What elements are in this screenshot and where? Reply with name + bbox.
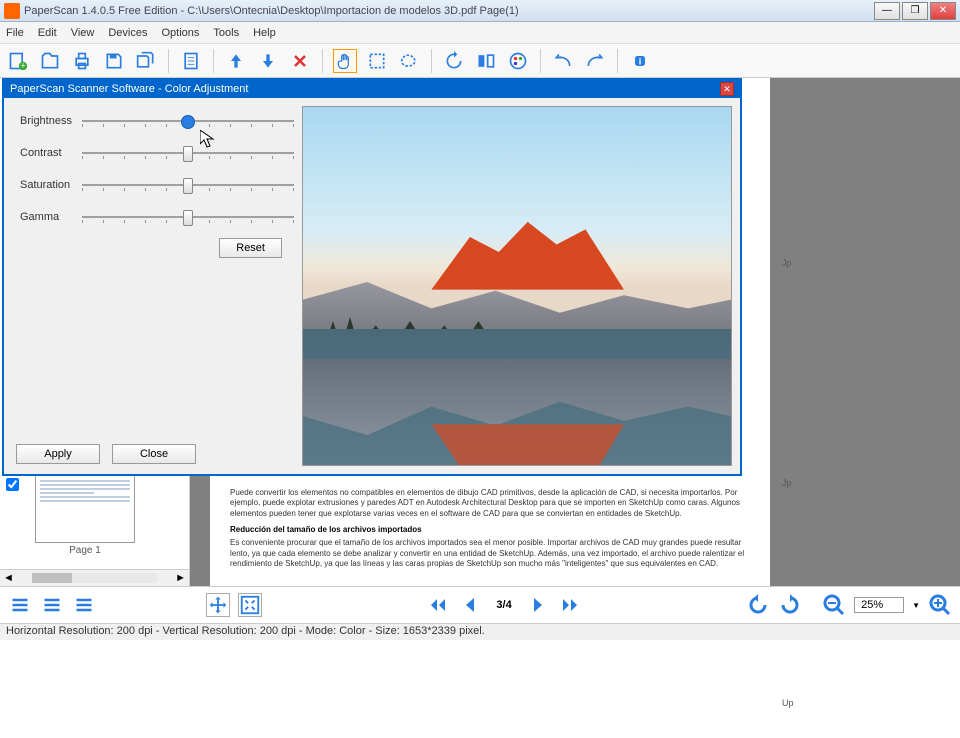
maximize-button[interactable]: ❐ [902, 2, 928, 20]
rotate-right-icon[interactable] [778, 593, 802, 617]
dialog-close-button[interactable]: ✕ [720, 82, 734, 96]
zoom-out-icon[interactable] [822, 593, 846, 617]
saturation-slider[interactable] [82, 176, 294, 194]
select-rect-icon[interactable] [365, 49, 389, 73]
saturation-handle[interactable] [183, 178, 193, 194]
document-icon[interactable] [179, 49, 203, 73]
fit-width-icon[interactable] [206, 593, 230, 617]
view-list3-icon[interactable] [72, 593, 96, 617]
prev-page-icon[interactable] [458, 593, 482, 617]
next-page-icon[interactable] [526, 593, 550, 617]
saturation-label: Saturation [20, 179, 82, 191]
view-list1-icon[interactable] [8, 593, 32, 617]
apply-button[interactable]: Apply [16, 444, 100, 464]
thumbnail-page [35, 473, 135, 543]
rotate-icon[interactable] [442, 49, 466, 73]
status-bar: Horizontal Resolution: 200 dpi - Vertica… [0, 623, 960, 640]
zoom-value[interactable]: 25% [854, 597, 904, 613]
delete-icon[interactable] [288, 49, 312, 73]
menu-devices[interactable]: Devices [108, 27, 147, 39]
color-adjustment-dialog: PaperScan Scanner Software - Color Adjus… [2, 78, 742, 476]
menu-edit[interactable]: Edit [38, 27, 57, 39]
doc-paragraph: Puede convertir los elementos no compati… [230, 488, 750, 519]
menu-options[interactable]: Options [161, 27, 199, 39]
svg-text:+: + [20, 60, 25, 70]
preview-image [302, 106, 732, 466]
minimize-button[interactable]: — [874, 2, 900, 20]
close-window-button[interactable]: ✕ [930, 2, 956, 20]
move-down-icon[interactable] [256, 49, 280, 73]
thumbnail-caption: Page 1 [30, 545, 140, 556]
info-icon[interactable]: i [628, 49, 652, 73]
menu-bar: File Edit View Devices Options Tools Hel… [0, 22, 960, 44]
toolbar-separator [540, 49, 541, 73]
undo-icon[interactable] [551, 49, 575, 73]
hand-tool-icon[interactable] [333, 49, 357, 73]
svg-text:i: i [639, 56, 642, 66]
app-icon [4, 3, 20, 19]
brightness-slider[interactable] [82, 112, 294, 130]
doc-heading: Reducción del tamaño de los archivos imp… [230, 525, 750, 534]
thumbnail-scrollbar[interactable]: ◄► [0, 569, 189, 586]
main-toolbar: + i [0, 44, 960, 78]
dialog-titlebar[interactable]: PaperScan Scanner Software - Color Adjus… [4, 80, 740, 98]
zoom-dropdown-icon[interactable]: ▼ [912, 601, 920, 610]
print-icon[interactable] [70, 49, 94, 73]
move-up-icon[interactable] [224, 49, 248, 73]
dialog-title-text: PaperScan Scanner Software - Color Adjus… [10, 83, 248, 95]
save-all-icon[interactable] [134, 49, 158, 73]
window-titlebar: PaperScan 1.4.0.5 Free Edition - C:\User… [0, 0, 960, 22]
open-icon[interactable] [38, 49, 62, 73]
menu-tools[interactable]: Tools [213, 27, 239, 39]
view-list2-icon[interactable] [40, 593, 64, 617]
menu-view[interactable]: View [71, 27, 95, 39]
rotate-left-icon[interactable] [746, 593, 770, 617]
flip-icon[interactable] [474, 49, 498, 73]
brightness-handle[interactable] [181, 115, 195, 129]
new-scan-icon[interactable]: + [6, 49, 30, 73]
reset-button[interactable]: Reset [219, 238, 282, 258]
contrast-slider[interactable] [82, 144, 294, 162]
sliders-panel: Brightness Contrast Saturation [12, 106, 302, 466]
toolbar-separator [168, 49, 169, 73]
brightness-label: Brightness [20, 115, 82, 127]
menu-help[interactable]: Help [253, 27, 276, 39]
first-page-icon[interactable] [426, 593, 450, 617]
contrast-handle[interactable] [183, 146, 193, 162]
redo-icon[interactable] [583, 49, 607, 73]
close-button[interactable]: Close [112, 444, 196, 464]
save-icon[interactable] [102, 49, 126, 73]
gamma-label: Gamma [20, 211, 82, 223]
gamma-handle[interactable] [183, 210, 193, 226]
last-page-icon[interactable] [558, 593, 582, 617]
fit-page-icon[interactable] [238, 593, 262, 617]
doc-paragraph: Es conveniente procurar que el tamaño de… [230, 538, 750, 569]
doc-right-area: Jp Jp Up [782, 78, 952, 586]
doc-stub: Up [782, 698, 952, 738]
color-palette-icon[interactable] [506, 49, 530, 73]
toolbar-separator [431, 49, 432, 73]
select-free-icon[interactable] [397, 49, 421, 73]
zoom-in-icon[interactable] [928, 593, 952, 617]
status-text: Horizontal Resolution: 200 dpi - Vertica… [6, 625, 485, 637]
doc-stub: Jp [782, 258, 952, 298]
toolbar-separator [322, 49, 323, 73]
toolbar-separator [213, 49, 214, 73]
menu-file[interactable]: File [6, 27, 24, 39]
bottom-bar: 3/4 25% ▼ [0, 586, 960, 623]
thumbnail-item[interactable]: Page 1 [30, 473, 140, 556]
page-indicator: 3/4 [490, 599, 517, 611]
window-title: PaperScan 1.4.0.5 Free Edition - C:\User… [24, 5, 874, 17]
gamma-slider[interactable] [82, 208, 294, 226]
thumbnail-checkbox[interactable] [6, 478, 19, 491]
contrast-label: Contrast [20, 147, 82, 159]
doc-stub: Jp [782, 478, 952, 518]
toolbar-separator [617, 49, 618, 73]
